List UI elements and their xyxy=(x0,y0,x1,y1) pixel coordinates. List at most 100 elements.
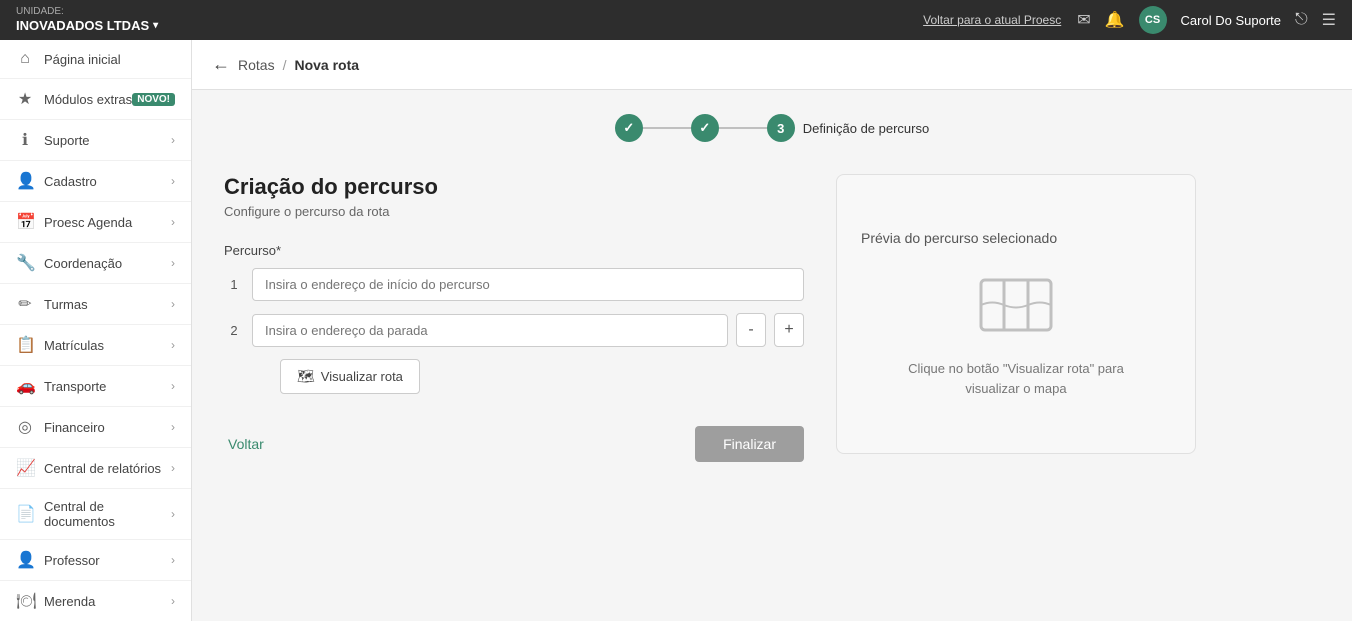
topbar-unit: UNIDADE: INOVADADOS LTDAS ▾ xyxy=(16,6,158,34)
preview-card: Prévia do percurso selecionado Clique no… xyxy=(836,174,1196,454)
row-2-number: 2 xyxy=(224,323,244,338)
sidebar-chevron-suporte: › xyxy=(171,133,175,147)
back-button[interactable]: ← xyxy=(212,54,230,75)
bell-icon[interactable]: 🔔 xyxy=(1105,10,1125,30)
sidebar-label-merenda: Merenda xyxy=(44,594,95,609)
topbar-icons: ✉ 🔔 CS Carol Do Suporte ⎋ ☰ xyxy=(1077,6,1336,34)
topbar-right: Voltar para o atual Proesc ✉ 🔔 CS Carol … xyxy=(923,6,1336,34)
sidebar-chevron-merenda: › xyxy=(171,594,175,608)
sidebar-label-cadastro: Cadastro xyxy=(44,174,97,189)
sidebar-chevron-transporte: › xyxy=(171,379,175,393)
preview-description: Clique no botão "Visualizar rota" paravi… xyxy=(908,359,1124,398)
unit-label: UNIDADE: xyxy=(16,6,158,18)
stepper: ✓ ✓ 3 Definição de percurso xyxy=(224,114,1320,142)
unit-name[interactable]: INOVADADOS LTDAS ▾ xyxy=(16,18,158,34)
sidebar-item-matriculas[interactable]: 📋 Matrículas › xyxy=(0,325,191,366)
sidebar-item-coordenacao[interactable]: 🔧Coordenação› xyxy=(0,243,191,284)
sidebar-chevron-turmas: › xyxy=(171,297,175,311)
step-3-circle: 3 xyxy=(767,114,795,142)
form-right: Prévia do percurso selecionado Clique no… xyxy=(836,174,1196,462)
sidebar-label-suporte: Suporte xyxy=(44,133,90,148)
sidebar-item-turmas[interactable]: ✏Turmas› xyxy=(0,284,191,325)
step-1-circle: ✓ xyxy=(615,114,643,142)
form-left: Criação do percurso Configure o percurso… xyxy=(224,174,804,462)
sidebar-item-transporte[interactable]: 🚗 Transporte › xyxy=(0,366,191,407)
sidebar-label-pagina-inicial: Página inicial xyxy=(44,52,121,67)
menu-icon[interactable]: ☰ xyxy=(1322,10,1336,30)
sidebar-item-financeiro[interactable]: ◎Financeiro› xyxy=(0,407,191,448)
sidebar-item-central-documentos[interactable]: 📄 Central de documentos› xyxy=(0,489,191,540)
username: Carol Do Suporte xyxy=(1181,13,1281,28)
sidebar-label-central-relatorios: Central de relatórios xyxy=(44,461,161,476)
map-icon: 🗺 xyxy=(297,368,315,385)
sidebar-label-transporte: Transporte xyxy=(44,379,106,394)
address-start-input[interactable] xyxy=(252,268,804,301)
sidebar-label-modulos-extras: Módulos extras xyxy=(44,92,132,107)
breadcrumb-current: Nova rota xyxy=(294,57,359,73)
sidebar-label-professor: Professor xyxy=(44,553,100,568)
voltar-button[interactable]: Voltar xyxy=(224,428,268,460)
percurso-label: Percurso* xyxy=(224,243,804,258)
sidebar-item-pagina-inicial[interactable]: ⌂ Página inicial xyxy=(0,40,191,79)
sidebar-label-financeiro: Financeiro xyxy=(44,420,105,435)
sidebar-item-merenda[interactable]: 🍽 Merenda › xyxy=(0,581,191,621)
mail-icon[interactable]: ✉ xyxy=(1077,10,1090,30)
input-row-2: 2 - + xyxy=(224,313,804,347)
visualizar-rota-button[interactable]: 🗺 Visualizar rota xyxy=(280,359,420,394)
remove-stop-button[interactable]: - xyxy=(736,313,766,347)
sidebar-label-proesc-agenda: Proesc Agenda xyxy=(44,215,132,230)
sidebar: ⌂ Página inicial ★ Módulos extrasNOVO! ℹ Supo… xyxy=(0,40,192,621)
sidebar-item-central-relatorios[interactable]: 📈Central de relatórios› xyxy=(0,448,191,489)
breadcrumb-routes[interactable]: Rotas xyxy=(238,57,275,73)
avatar[interactable]: CS xyxy=(1139,6,1167,34)
form-actions: Voltar Finalizar xyxy=(224,426,804,462)
form-title: Criação do percurso xyxy=(224,174,804,200)
sidebar-icon-central-documentos: 📄 xyxy=(16,504,34,524)
content-area: ✓ ✓ 3 Definição de percurso Criação do p… xyxy=(192,90,1352,621)
sidebar-chevron-central-documentos: › xyxy=(171,507,175,521)
add-stop-button[interactable]: + xyxy=(774,313,804,347)
sidebar-item-professor[interactable]: 👤 Professor › xyxy=(0,540,191,581)
sidebar-chevron-proesc-agenda: › xyxy=(171,215,175,229)
sidebar-icon-modulos-extras: ★ xyxy=(16,89,34,109)
sidebar-icon-professor: 👤 xyxy=(16,550,34,570)
sidebar-icon-proesc-agenda: 📅 xyxy=(16,212,34,232)
logout-icon[interactable]: ⎋ xyxy=(1295,11,1308,29)
finalizar-button[interactable]: Finalizar xyxy=(695,426,804,462)
map-preview-icon xyxy=(976,270,1056,343)
return-link[interactable]: Voltar para o atual Proesc xyxy=(923,13,1061,27)
sidebar-icon-matriculas: 📋 xyxy=(16,335,34,355)
step-line-2 xyxy=(719,127,767,129)
sidebar-label-coordenacao: Coordenação xyxy=(44,256,122,271)
sidebar-icon-suporte: ℹ xyxy=(16,130,34,150)
main: ← Rotas / Nova rota ✓ ✓ 3 Definição de p… xyxy=(192,40,1352,621)
sidebar-chevron-cadastro: › xyxy=(171,174,175,188)
breadcrumb-separator: / xyxy=(283,57,287,73)
sidebar-icon-central-relatorios: 📈 xyxy=(16,458,34,478)
sidebar-item-modulos-extras[interactable]: ★ Módulos extrasNOVO! xyxy=(0,79,191,120)
sidebar-badge-modulos-extras: NOVO! xyxy=(132,93,175,106)
sidebar-icon-coordenacao: 🔧 xyxy=(16,253,34,273)
sidebar-chevron-matriculas: › xyxy=(171,338,175,352)
preview-title: Prévia do percurso selecionado xyxy=(861,230,1057,246)
sidebar-label-matriculas: Matrículas xyxy=(44,338,104,353)
step-line-1 xyxy=(643,127,691,129)
sidebar-item-cadastro[interactable]: 👤 Cadastro › xyxy=(0,161,191,202)
sidebar-item-proesc-agenda[interactable]: 📅 Proesc Agenda › xyxy=(0,202,191,243)
step-3-label: Definição de percurso xyxy=(803,121,929,136)
sidebar-icon-pagina-inicial: ⌂ xyxy=(16,50,34,68)
sidebar-icon-financeiro: ◎ xyxy=(16,417,34,437)
row-1-number: 1 xyxy=(224,277,244,292)
address-stop-input[interactable] xyxy=(252,314,728,347)
sidebar-icon-transporte: 🚗 xyxy=(16,376,34,396)
sidebar-label-central-documentos: Central de documentos xyxy=(44,499,171,529)
sidebar-icon-merenda: 🍽 xyxy=(16,591,34,611)
sidebar-chevron-professor: › xyxy=(171,553,175,567)
breadcrumb: ← Rotas / Nova rota xyxy=(192,40,1352,90)
input-row-1: 1 xyxy=(224,268,804,301)
sidebar-icon-cadastro: 👤 xyxy=(16,171,34,191)
layout: ⌂ Página inicial ★ Módulos extrasNOVO! ℹ Supo… xyxy=(0,40,1352,621)
form-subtitle: Configure o percurso da rota xyxy=(224,204,804,219)
unit-chevron-icon: ▾ xyxy=(153,20,158,32)
sidebar-item-suporte[interactable]: ℹ Suporte › xyxy=(0,120,191,161)
